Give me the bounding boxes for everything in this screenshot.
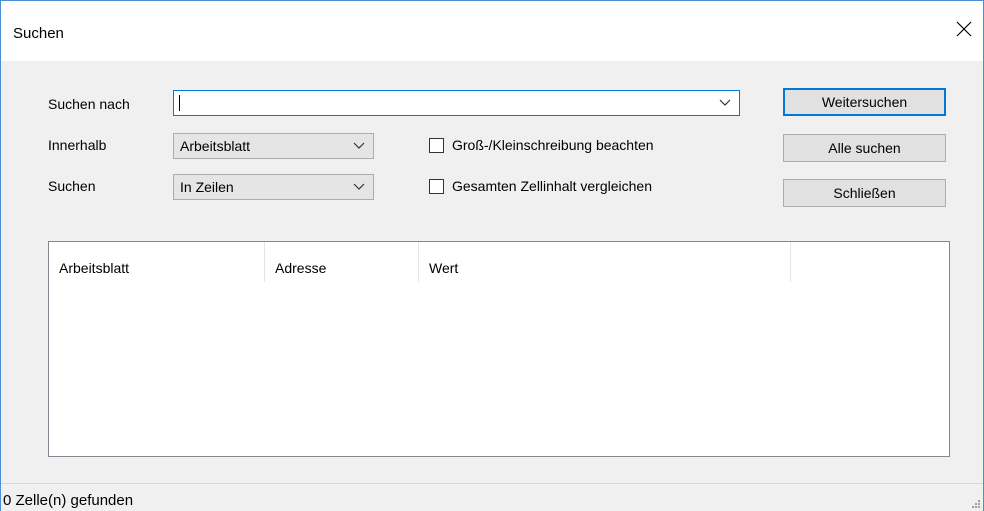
search-direction-value: In Zeilen (180, 179, 234, 195)
search-direction-label: Suchen (48, 178, 96, 194)
chevron-down-icon (353, 183, 365, 190)
column-header-sheet[interactable]: Arbeitsblatt (49, 242, 265, 282)
status-text: 0 Zelle(n) gefunden (3, 492, 134, 509)
within-label: Innerhalb (48, 137, 107, 153)
text-caret (179, 95, 180, 111)
column-header-label: Adresse (275, 260, 327, 276)
status-bar: 0 Zelle(n) gefunden (1, 483, 983, 511)
column-header-empty[interactable] (791, 242, 949, 282)
checkbox-box[interactable] (429, 178, 444, 194)
search-direction-select[interactable]: In Zeilen (173, 174, 374, 200)
within-select[interactable]: Arbeitsblatt (173, 133, 374, 159)
resize-grip-icon[interactable] (971, 499, 981, 509)
chevron-down-icon[interactable] (719, 98, 731, 108)
column-header-label: Wert (429, 260, 459, 276)
match-case-checkbox[interactable]: Groß-/Kleinschreibung beachten (429, 137, 654, 153)
search-label: Suchen nach (48, 96, 130, 112)
whole-cell-label: Gesamten Zellinhalt vergleichen (452, 178, 652, 194)
column-header-label: Arbeitsblatt (59, 260, 130, 276)
results-list[interactable]: Arbeitsblatt Adresse Wert (48, 241, 950, 457)
find-next-button[interactable]: Weitersuchen (783, 88, 946, 116)
find-dialog: Suchen Suchen nach Innerhalb Arbeitsblat… (0, 0, 984, 511)
search-input[interactable] (173, 90, 740, 116)
find-all-button[interactable]: Alle suchen (783, 134, 946, 162)
dialog-title: Suchen (13, 25, 64, 42)
chevron-down-icon (353, 142, 365, 149)
match-case-label: Groß-/Kleinschreibung beachten (452, 137, 654, 153)
close-button[interactable]: Schließen (783, 179, 946, 207)
whole-cell-checkbox[interactable]: Gesamten Zellinhalt vergleichen (429, 178, 652, 194)
within-value: Arbeitsblatt (180, 138, 251, 154)
column-header-address[interactable]: Adresse (265, 242, 419, 282)
close-icon[interactable] (951, 15, 977, 43)
checkbox-box[interactable] (429, 137, 444, 153)
title-bar: Suchen (1, 1, 983, 61)
column-header-value[interactable]: Wert (419, 242, 791, 282)
